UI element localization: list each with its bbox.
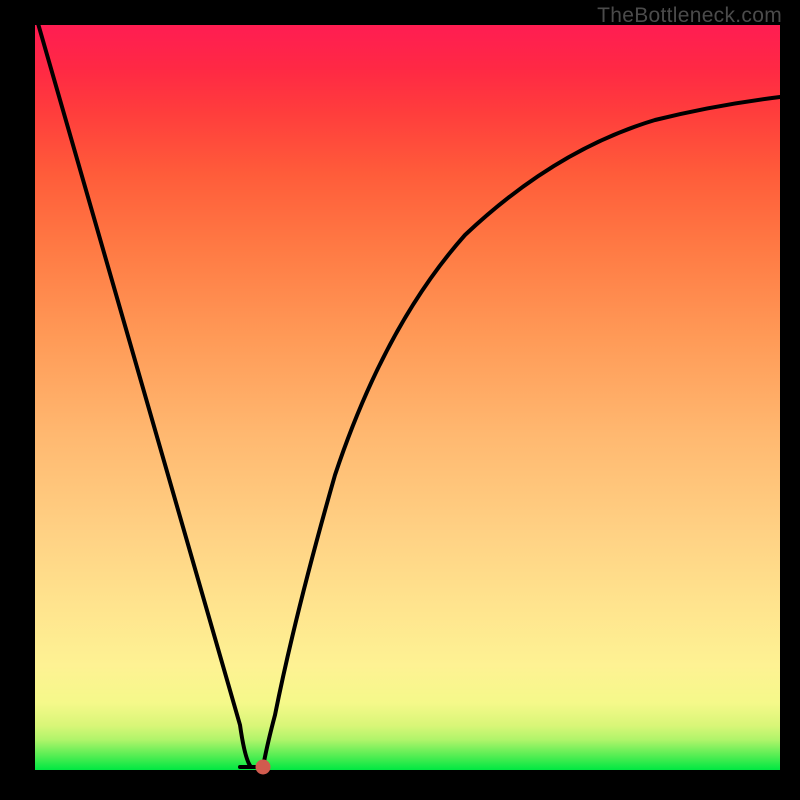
watermark-text: TheBottleneck.com (597, 4, 782, 28)
min-point-marker (256, 760, 271, 775)
curve-right (263, 97, 780, 767)
bottleneck-curve (35, 25, 780, 770)
curve-left (35, 13, 251, 767)
chart-frame: TheBottleneck.com (0, 0, 800, 800)
plot-area (35, 25, 780, 770)
